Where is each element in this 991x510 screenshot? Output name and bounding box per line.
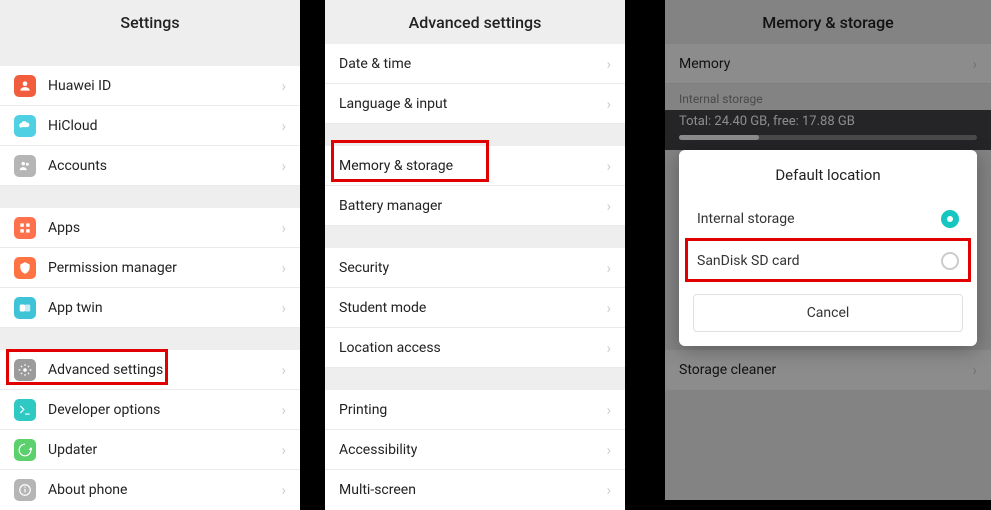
apps-icon xyxy=(14,217,36,239)
row-hicloud[interactable]: HiCloud › xyxy=(0,106,300,146)
row-label: Date & time xyxy=(339,56,606,72)
row-label: About phone xyxy=(48,482,281,498)
row-battery-manager[interactable]: Battery manager › xyxy=(325,186,625,226)
chevron-right-icon: › xyxy=(281,361,286,379)
row-label: Accessibility xyxy=(339,442,606,458)
row-label: App twin xyxy=(48,300,281,316)
chevron-right-icon: › xyxy=(606,339,611,357)
row-developer-options[interactable]: Developer options › xyxy=(0,390,300,430)
chevron-right-icon: › xyxy=(606,441,611,459)
chevron-right-icon: › xyxy=(281,299,286,317)
section-gap xyxy=(325,226,625,248)
row-label: Apps xyxy=(48,220,281,236)
row-student-mode[interactable]: Student mode › xyxy=(325,288,625,328)
dialog-title: Default location xyxy=(679,150,977,198)
option-label: Internal storage xyxy=(697,211,941,227)
section-gap xyxy=(0,328,300,350)
chevron-right-icon: › xyxy=(281,259,286,277)
row-label: Security xyxy=(339,260,606,276)
chevron-right-icon: › xyxy=(606,197,611,215)
row-label: HiCloud xyxy=(48,118,281,134)
radio-selected-icon xyxy=(941,210,959,228)
row-huawei-id[interactable]: Huawei ID › xyxy=(0,66,300,106)
section-gap xyxy=(0,44,300,66)
row-label: Location access xyxy=(339,340,606,356)
option-label: SanDisk SD card xyxy=(697,253,941,269)
radio-unselected-icon xyxy=(941,252,959,270)
chevron-right-icon: › xyxy=(281,157,286,175)
accounts-icon xyxy=(14,155,36,177)
chevron-right-icon: › xyxy=(281,401,286,419)
row-label: Permission manager xyxy=(48,260,281,276)
chevron-right-icon: › xyxy=(281,219,286,237)
page-title: Settings xyxy=(0,0,300,44)
chevron-right-icon: › xyxy=(606,55,611,73)
row-label: Huawei ID xyxy=(48,78,281,94)
updater-icon xyxy=(14,439,36,461)
row-label: Memory & storage xyxy=(339,158,606,174)
page-title: Advanced settings xyxy=(325,0,625,44)
row-about-phone[interactable]: About phone › xyxy=(0,470,300,510)
row-language-input[interactable]: Language & input › xyxy=(325,84,625,124)
row-label: Multi-screen xyxy=(339,482,606,498)
app-twin-icon xyxy=(14,297,36,319)
row-label: Accounts xyxy=(48,158,281,174)
row-security[interactable]: Security › xyxy=(325,248,625,288)
permission-icon xyxy=(14,257,36,279)
developer-icon xyxy=(14,399,36,421)
memory-storage-screen: Memory & storage Memory › Internal stora… xyxy=(665,0,991,500)
chevron-right-icon: › xyxy=(606,299,611,317)
advanced-settings-icon xyxy=(14,359,36,381)
row-permission-manager[interactable]: Permission manager › xyxy=(0,248,300,288)
option-internal-storage[interactable]: Internal storage xyxy=(679,198,977,240)
row-memory-storage[interactable]: Memory & storage › xyxy=(325,146,625,186)
row-app-twin[interactable]: App twin › xyxy=(0,288,300,328)
row-label: Student mode xyxy=(339,300,606,316)
row-label: Advanced settings xyxy=(48,362,281,378)
section-gap xyxy=(325,124,625,146)
row-label: Developer options xyxy=(48,402,281,418)
chevron-right-icon: › xyxy=(281,481,286,499)
row-label: Battery manager xyxy=(339,198,606,214)
default-location-dialog: Default location Internal storage SanDis… xyxy=(679,150,977,346)
huawei-id-icon xyxy=(14,75,36,97)
row-accessibility[interactable]: Accessibility › xyxy=(325,430,625,470)
row-accounts[interactable]: Accounts › xyxy=(0,146,300,186)
chevron-right-icon: › xyxy=(606,95,611,113)
advanced-settings-screen: Advanced settings Date & time › Language… xyxy=(325,0,625,500)
row-multi-screen[interactable]: Multi-screen › xyxy=(325,470,625,510)
row-label: Updater xyxy=(48,442,281,458)
section-gap xyxy=(325,368,625,390)
chevron-right-icon: › xyxy=(606,401,611,419)
row-label: Printing xyxy=(339,402,606,418)
chevron-right-icon: › xyxy=(606,481,611,499)
row-location-access[interactable]: Location access › xyxy=(325,328,625,368)
chevron-right-icon: › xyxy=(281,77,286,95)
chevron-right-icon: › xyxy=(281,117,286,135)
chevron-right-icon: › xyxy=(606,259,611,277)
row-label: Language & input xyxy=(339,96,606,112)
row-date-time[interactable]: Date & time › xyxy=(325,44,625,84)
section-gap xyxy=(0,186,300,208)
chevron-right-icon: › xyxy=(606,157,611,175)
option-sandisk-sd-card[interactable]: SanDisk SD card xyxy=(679,240,977,282)
row-advanced-settings[interactable]: Advanced settings › xyxy=(0,350,300,390)
settings-screen: Settings Huawei ID › HiCloud › Accounts … xyxy=(0,0,300,500)
cancel-button[interactable]: Cancel xyxy=(693,294,963,332)
chevron-right-icon: › xyxy=(281,441,286,459)
about-icon xyxy=(14,479,36,501)
row-apps[interactable]: Apps › xyxy=(0,208,300,248)
hicloud-icon xyxy=(14,115,36,137)
row-updater[interactable]: Updater › xyxy=(0,430,300,470)
row-printing[interactable]: Printing › xyxy=(325,390,625,430)
